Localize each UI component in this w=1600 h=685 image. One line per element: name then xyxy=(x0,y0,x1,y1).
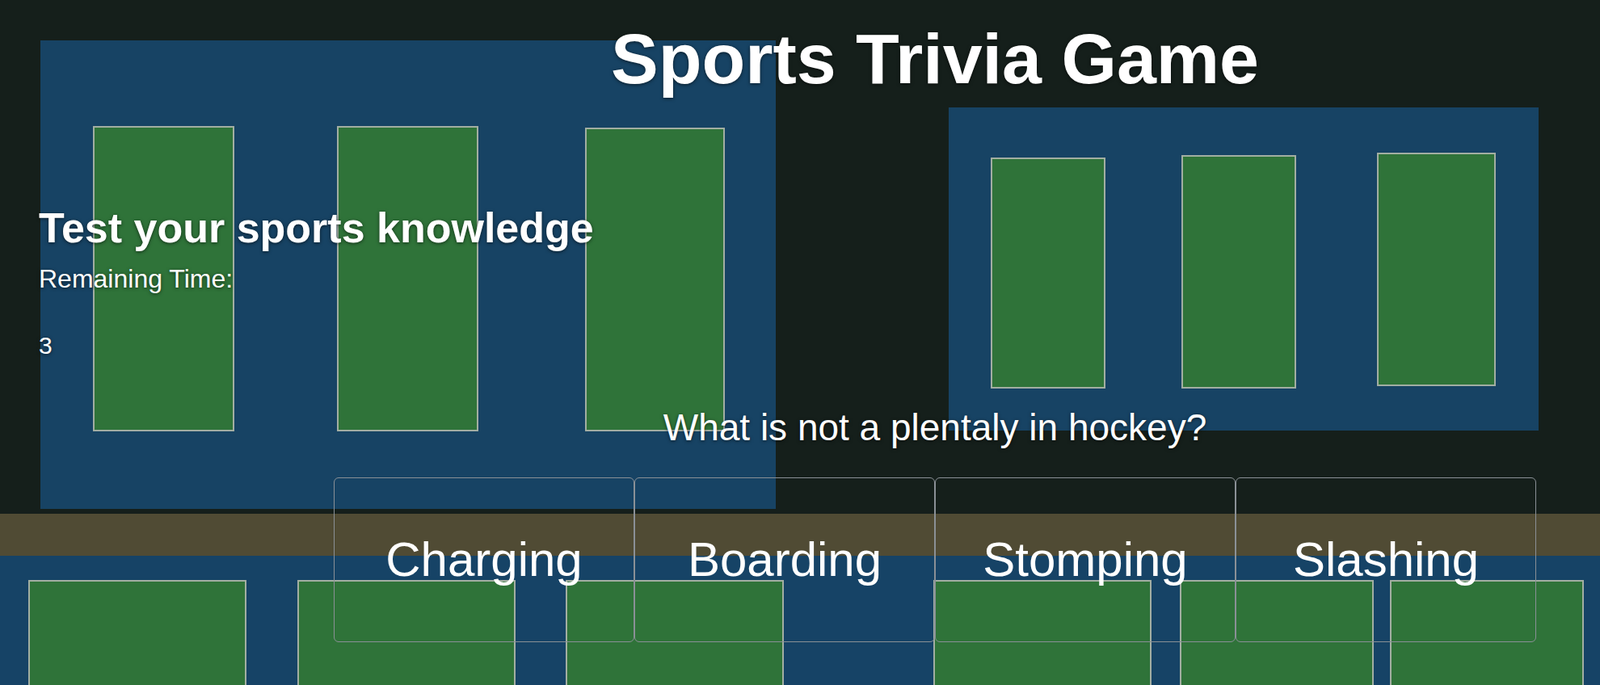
subtitle: Test your sports knowledge xyxy=(38,202,1562,253)
answer-button[interactable]: Stomping xyxy=(934,477,1236,643)
game-title: Sports Trivia Game xyxy=(610,17,1259,100)
timer-value: 3 xyxy=(38,331,1562,361)
answer-button[interactable]: Charging xyxy=(333,477,635,643)
answer-button[interactable]: Boarding xyxy=(634,477,935,643)
answer-button[interactable]: Slashing xyxy=(1235,477,1537,643)
answer-options: ChargingBoardingStompingSlashing xyxy=(38,477,1562,643)
info-panel: Test your sports knowledge Remaining Time… xyxy=(38,202,1562,361)
trivia-page: Sports Trivia Game Test your sports knowl… xyxy=(0,0,1600,685)
content: Sports Trivia Game Test your sports knowl… xyxy=(0,0,1600,685)
timer-label: Remaining Time: xyxy=(38,263,1562,295)
question-text: What is not a plentaly in hockey? xyxy=(663,405,1207,451)
